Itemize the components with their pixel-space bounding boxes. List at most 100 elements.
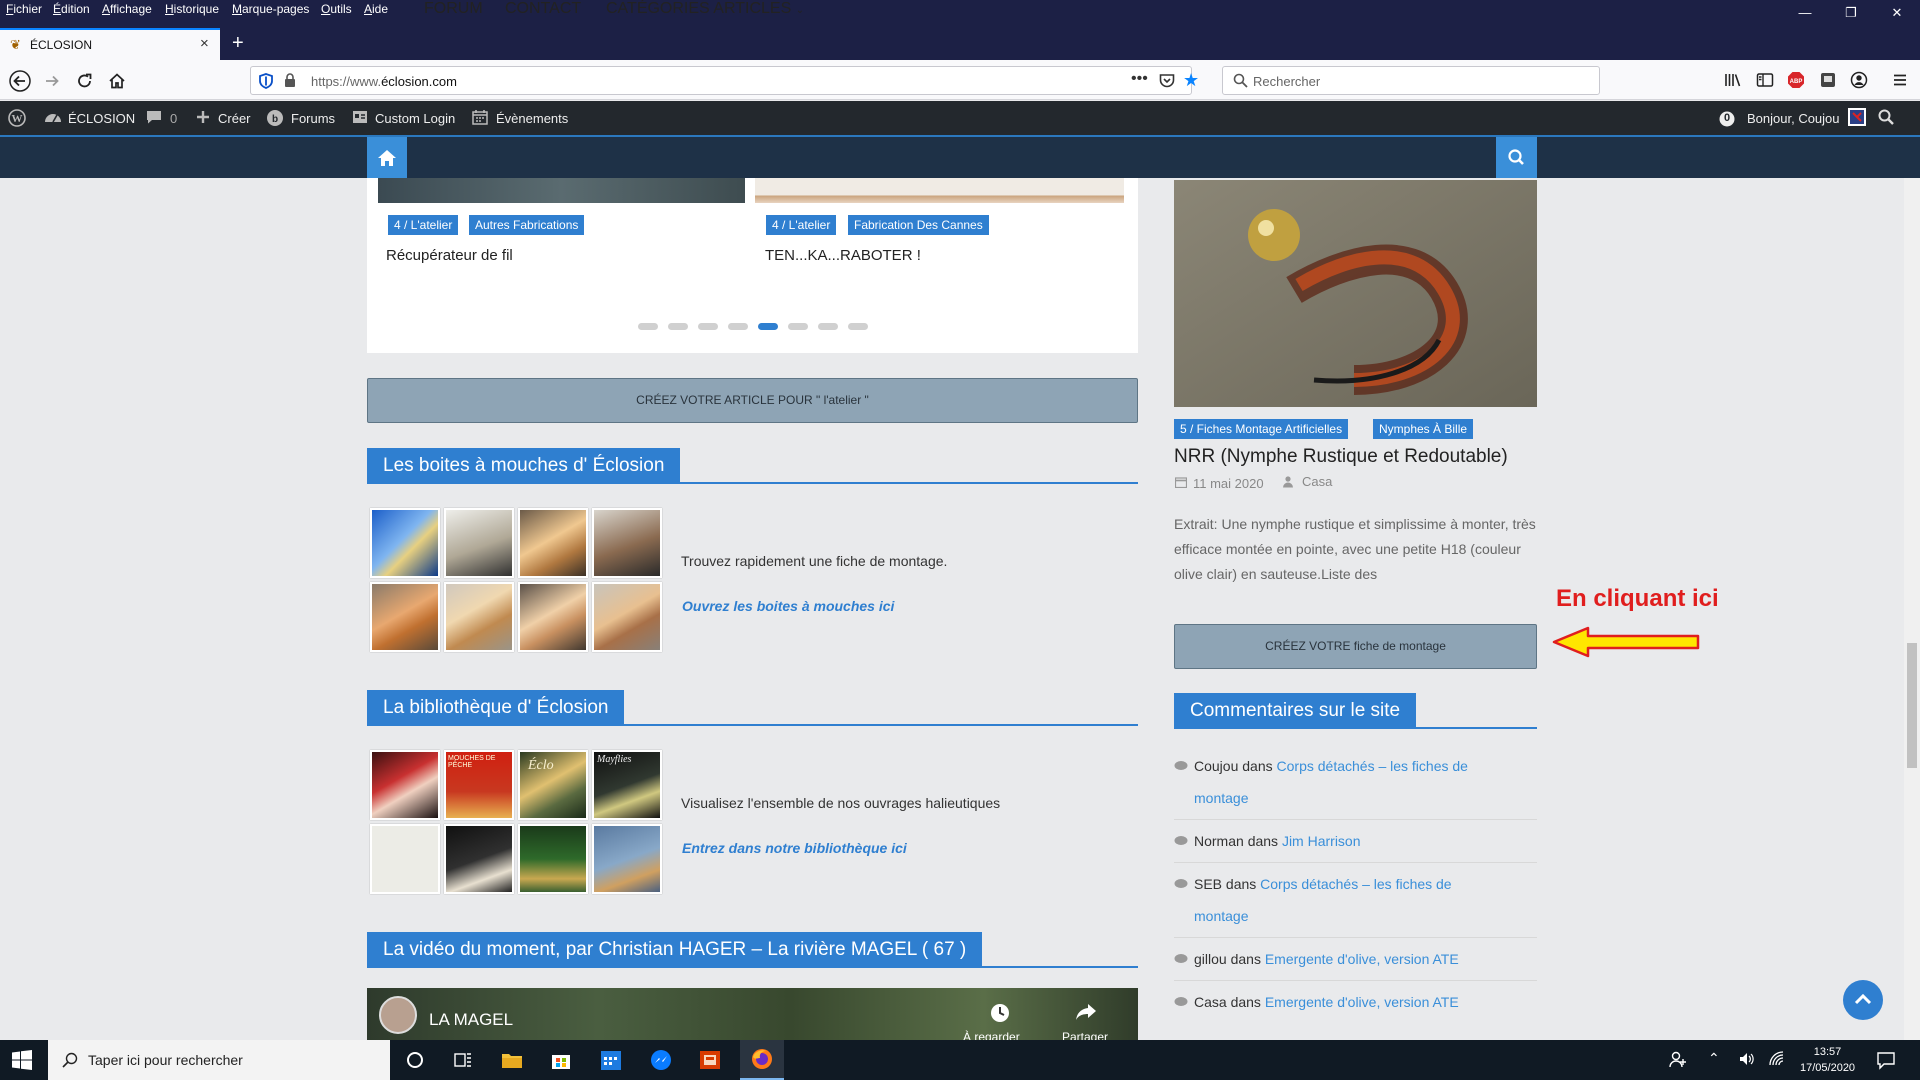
comment-post-link-cont[interactable]: montage [1194,900,1248,932]
admin-search-icon[interactable] [1878,109,1894,125]
scrollbar-thumb[interactable] [1907,643,1917,768]
comment-post-link[interactable]: Corps détachés – les fiches de [1260,876,1451,892]
watch-later-clock-icon[interactable] [989,1002,1011,1024]
sidebar-icon[interactable] [1756,71,1774,89]
create-menu[interactable]: Créer [218,111,251,126]
channel-avatar[interactable] [379,996,417,1034]
tag-atelier-2[interactable]: 4 / L'atelier [766,215,837,235]
slider-dot-7[interactable] [818,323,838,330]
action-center-icon[interactable] [1876,1050,1896,1070]
bibliotheque-link[interactable]: Entrez dans notre bibliothèque ici [682,840,907,856]
fly-thumb-6[interactable] [444,582,514,652]
tag-fabrication-cannes[interactable]: Fabrication Des Cannes [848,215,989,235]
scroll-to-top-button[interactable] [1843,980,1883,1020]
fly-thumb-7[interactable] [518,582,588,652]
library-icon[interactable] [1724,71,1742,89]
slide-image-1[interactable] [378,178,745,203]
wordpress-logo-icon[interactable]: W [8,109,26,127]
menu-outils[interactable]: Outils [321,2,352,16]
share-arrow-icon[interactable] [1075,1002,1097,1022]
page-scrollbar[interactable] [1904,178,1920,1040]
search-bar[interactable]: Rechercher [1222,66,1600,95]
extension-icon[interactable] [1819,71,1837,89]
app-icon[interactable] [698,1048,722,1072]
share-label[interactable]: Partager [1062,1030,1108,1040]
book-cover-7[interactable] [518,824,588,894]
watch-later-label[interactable]: À regarder [963,1030,1020,1040]
tag-fiches-montage[interactable]: 5 / Fiches Montage Artificielles [1174,419,1349,439]
comment-post-link-cont[interactable]: montage [1194,782,1248,814]
book-cover-4[interactable]: Mayflies [592,750,662,820]
tracking-shield-icon[interactable] [259,73,273,89]
fly-thumb-4[interactable] [592,508,662,578]
video-embed[interactable]: LA MAGEL À regarder Partager [367,988,1138,1040]
menu-marque-pages[interactable]: Marque-pages [232,2,309,16]
post-author[interactable]: Casa [1302,474,1332,489]
close-tab-icon[interactable]: × [200,35,209,52]
cortana-icon[interactable] [403,1048,427,1072]
fly-thumb-2[interactable] [444,508,514,578]
forward-button[interactable] [40,70,64,92]
video-title[interactable]: LA MAGEL [429,1010,513,1030]
tag-atelier[interactable]: 4 / L'atelier [388,215,459,235]
custom-login-link[interactable]: Custom Login [375,111,455,126]
nav-categories[interactable]: CATÉGORIES ARTICLES ⌄ [606,0,804,18]
comment-post-link[interactable]: Emergente d'olive, version ATE [1265,951,1459,967]
back-button[interactable] [8,70,32,92]
book-cover-1[interactable] [370,750,440,820]
new-tab-button[interactable]: + [232,32,244,55]
comments-icon[interactable] [146,109,162,125]
menu-affichage[interactable]: Affichage [102,2,152,16]
admin-site-name[interactable]: ÉCLOSION [68,111,135,126]
post-title-recuperateur[interactable]: Récupérateur de fil [386,247,513,264]
pocket-icon[interactable] [1159,73,1175,88]
slider-dot-8[interactable] [848,323,868,330]
slider-dot-6[interactable] [788,323,808,330]
comment-post-link[interactable]: Jim Harrison [1282,833,1361,849]
adblock-icon[interactable]: ABP [1787,71,1805,89]
hamburger-menu-icon[interactable] [1891,71,1909,89]
comment-post-link[interactable]: Emergente d'olive, version ATE [1265,994,1459,1010]
account-icon[interactable] [1850,71,1868,89]
windows-start-icon[interactable] [12,1050,32,1070]
volume-icon[interactable] [1738,1050,1756,1068]
create-fiche-montage-button[interactable]: CRÉEZ VOTRE fiche de montage [1174,624,1537,669]
taskbar-clock[interactable]: 13:57 17/05/2020 [1800,1044,1855,1076]
book-cover-5[interactable] [370,824,440,894]
events-link[interactable]: Évènements [496,111,568,126]
messenger-icon[interactable] [649,1048,673,1072]
comment-author[interactable]: Coujou [1194,758,1238,774]
avatar[interactable] [1848,108,1866,126]
book-cover-3[interactable]: Éclo [518,750,588,820]
fly-thumb-5[interactable] [370,582,440,652]
create-atelier-article-button[interactable]: CRÉEZ VOTRE ARTICLE POUR " l'atelier " [367,378,1138,423]
book-cover-8[interactable] [592,824,662,894]
taskbar-search[interactable]: Taper ici pour rechercher [48,1040,390,1080]
featured-post-title[interactable]: NRR (Nymphe Rustique et Redoutable) [1174,446,1508,468]
slider-dot-5[interactable] [758,323,778,330]
slider-dot-1[interactable] [638,323,658,330]
nav-home-button[interactable] [367,137,407,178]
book-cover-2[interactable]: MOUCHES DE PÊCHE [444,750,514,820]
book-cover-6[interactable] [444,824,514,894]
nav-search-button[interactable] [1496,137,1537,178]
bookmark-star-icon[interactable]: ★ [1183,70,1199,91]
store-icon[interactable] [549,1048,573,1072]
comment-author[interactable]: Norman [1194,833,1244,849]
comment-post-link[interactable]: Corps détachés – les fiches de [1277,758,1468,774]
menu-fichier[interactable]: Fichier [6,2,42,16]
url-bar[interactable]: https://www.éclosion.com ••• ★ [250,66,1199,95]
nav-forum[interactable]: FORUM [424,0,483,18]
lock-icon[interactable] [284,73,296,88]
home-button[interactable] [105,70,129,92]
wifi-icon[interactable] [1768,1050,1786,1068]
page-actions-icon[interactable]: ••• [1131,70,1148,88]
menu-historique[interactable]: Historique [165,2,219,16]
fly-thumb-8[interactable] [592,582,662,652]
slider-dot-2[interactable] [668,323,688,330]
featured-post-image[interactable] [1174,180,1537,407]
menu-aide[interactable]: Aide [364,2,388,16]
plus-icon[interactable] [195,109,211,125]
slider-dot-3[interactable] [698,323,718,330]
post-title-tenkara[interactable]: TEN...KA...RABOTER ! [765,247,921,264]
